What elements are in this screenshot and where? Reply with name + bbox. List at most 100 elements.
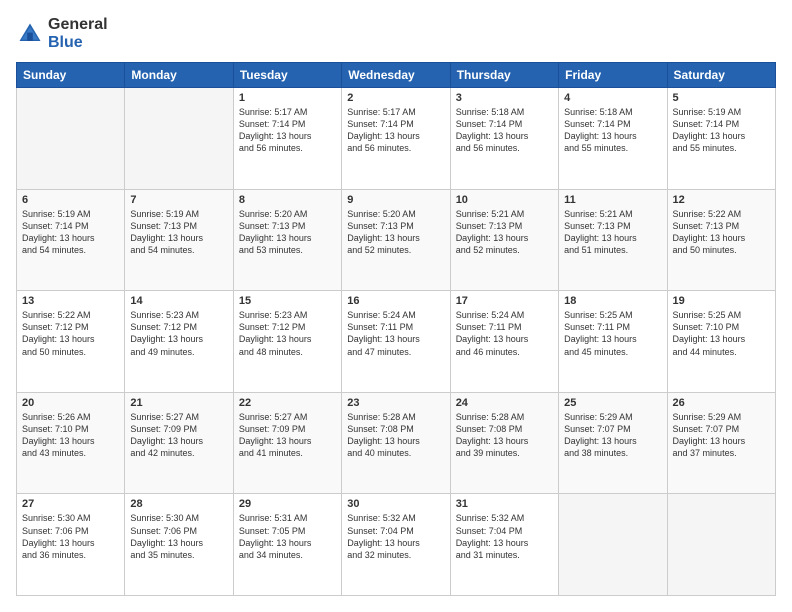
header: General Blue: [16, 16, 776, 52]
calendar-day-cell: 23Sunrise: 5:28 AM Sunset: 7:08 PM Dayli…: [342, 392, 450, 494]
day-info: Sunrise: 5:28 AM Sunset: 7:08 PM Dayligh…: [347, 411, 444, 460]
day-info: Sunrise: 5:24 AM Sunset: 7:11 PM Dayligh…: [347, 309, 444, 358]
day-info: Sunrise: 5:30 AM Sunset: 7:06 PM Dayligh…: [22, 512, 119, 561]
calendar-week-row: 20 Sunrise: 5:26 AM Sunset: 7:10 PM Dayli…: [17, 392, 776, 494]
day-number: 9: [347, 194, 444, 206]
calendar-header-monday: Monday: [125, 63, 233, 88]
day-number: 15: [239, 295, 336, 307]
calendar-day-cell: 1 Sunrise: 5:17 AM Sunset: 7:14 PM Daylig…: [233, 88, 341, 190]
calendar-week-row: 27Sunrise: 5:30 AM Sunset: 7:06 PM Dayli…: [17, 494, 776, 596]
day-number: 1: [239, 92, 336, 104]
logo-text: General Blue: [48, 16, 108, 52]
day-info: Sunrise: 5:17 AM Sunset: 7:14 PM Dayligh…: [239, 106, 336, 155]
day-number: 20: [22, 397, 119, 409]
calendar-header-friday: Friday: [559, 63, 667, 88]
calendar-day-cell: 27Sunrise: 5:30 AM Sunset: 7:06 PM Dayli…: [17, 494, 125, 596]
day-number: 25: [564, 397, 661, 409]
day-number: 22: [239, 397, 336, 409]
day-info: Sunrise: 5:32 AM Sunset: 7:04 PM Dayligh…: [347, 512, 444, 561]
day-number: 2: [347, 92, 444, 104]
calendar-day-cell: 3 Sunrise: 5:18 AM Sunset: 7:14 PM Daylig…: [450, 88, 558, 190]
calendar-day-cell: 12 Sunrise: 5:22 AM Sunset: 7:13 PM Dayli…: [667, 189, 775, 291]
day-number: 7: [130, 194, 227, 206]
calendar-day-cell: 31Sunrise: 5:32 AM Sunset: 7:04 PM Dayli…: [450, 494, 558, 596]
day-info: Sunrise: 5:22 AM Sunset: 7:12 PM Dayligh…: [22, 309, 119, 358]
day-number: 19: [673, 295, 770, 307]
day-number: 3: [456, 92, 553, 104]
day-number: 13: [22, 295, 119, 307]
day-number: 12: [673, 194, 770, 206]
day-number: 26: [673, 397, 770, 409]
day-number: 11: [564, 194, 661, 206]
logo-icon: [16, 20, 44, 48]
calendar-day-cell: 6 Sunrise: 5:19 AM Sunset: 7:14 PM Daylig…: [17, 189, 125, 291]
day-info: Sunrise: 5:29 AM Sunset: 7:07 PM Dayligh…: [673, 411, 770, 460]
calendar-day-cell: 25Sunrise: 5:29 AM Sunset: 7:07 PM Dayli…: [559, 392, 667, 494]
calendar-day-cell: [559, 494, 667, 596]
day-info: Sunrise: 5:23 AM Sunset: 7:12 PM Dayligh…: [130, 309, 227, 358]
calendar-day-cell: 2 Sunrise: 5:17 AM Sunset: 7:14 PM Daylig…: [342, 88, 450, 190]
page: General Blue SundayMondayTuesdayWednesda…: [0, 0, 792, 612]
day-info: Sunrise: 5:18 AM Sunset: 7:14 PM Dayligh…: [564, 106, 661, 155]
day-info: Sunrise: 5:19 AM Sunset: 7:14 PM Dayligh…: [22, 208, 119, 257]
calendar-day-cell: 5 Sunrise: 5:19 AM Sunset: 7:14 PM Daylig…: [667, 88, 775, 190]
calendar-header-row: SundayMondayTuesdayWednesdayThursdayFrid…: [17, 63, 776, 88]
calendar-day-cell: 13 Sunrise: 5:22 AM Sunset: 7:12 PM Dayli…: [17, 291, 125, 393]
calendar-day-cell: 20 Sunrise: 5:26 AM Sunset: 7:10 PM Dayli…: [17, 392, 125, 494]
day-number: 4: [564, 92, 661, 104]
day-info: Sunrise: 5:22 AM Sunset: 7:13 PM Dayligh…: [673, 208, 770, 257]
day-info: Sunrise: 5:21 AM Sunset: 7:13 PM Dayligh…: [456, 208, 553, 257]
calendar-header-saturday: Saturday: [667, 63, 775, 88]
calendar-day-cell: 26 Sunrise: 5:29 AM Sunset: 7:07 PM Dayli…: [667, 392, 775, 494]
day-number: 29: [239, 498, 336, 510]
calendar-day-cell: 7 Sunrise: 5:19 AM Sunset: 7:13 PM Daylig…: [125, 189, 233, 291]
calendar-day-cell: 10 Sunrise: 5:21 AM Sunset: 7:13 PM Dayli…: [450, 189, 558, 291]
calendar-day-cell: 15Sunrise: 5:23 AM Sunset: 7:12 PM Dayli…: [233, 291, 341, 393]
day-number: 30: [347, 498, 444, 510]
day-number: 24: [456, 397, 553, 409]
day-info: Sunrise: 5:31 AM Sunset: 7:05 PM Dayligh…: [239, 512, 336, 561]
calendar-day-cell: 24Sunrise: 5:28 AM Sunset: 7:08 PM Dayli…: [450, 392, 558, 494]
calendar-day-cell: 17 Sunrise: 5:24 AM Sunset: 7:11 PM Dayli…: [450, 291, 558, 393]
day-info: Sunrise: 5:24 AM Sunset: 7:11 PM Dayligh…: [456, 309, 553, 358]
day-info: Sunrise: 5:26 AM Sunset: 7:10 PM Dayligh…: [22, 411, 119, 460]
calendar-day-cell: 22Sunrise: 5:27 AM Sunset: 7:09 PM Dayli…: [233, 392, 341, 494]
day-number: 10: [456, 194, 553, 206]
day-number: 28: [130, 498, 227, 510]
day-number: 17: [456, 295, 553, 307]
calendar-day-cell: 28 Sunrise: 5:30 AM Sunset: 7:06 PM Dayli…: [125, 494, 233, 596]
calendar-day-cell: 4 Sunrise: 5:18 AM Sunset: 7:14 PM Daylig…: [559, 88, 667, 190]
day-number: 6: [22, 194, 119, 206]
calendar-day-cell: 21Sunrise: 5:27 AM Sunset: 7:09 PM Dayli…: [125, 392, 233, 494]
day-number: 5: [673, 92, 770, 104]
calendar-week-row: 6 Sunrise: 5:19 AM Sunset: 7:14 PM Daylig…: [17, 189, 776, 291]
calendar-header-wednesday: Wednesday: [342, 63, 450, 88]
day-info: Sunrise: 5:19 AM Sunset: 7:14 PM Dayligh…: [673, 106, 770, 155]
day-info: Sunrise: 5:20 AM Sunset: 7:13 PM Dayligh…: [347, 208, 444, 257]
day-info: Sunrise: 5:25 AM Sunset: 7:10 PM Dayligh…: [673, 309, 770, 358]
day-info: Sunrise: 5:21 AM Sunset: 7:13 PM Dayligh…: [564, 208, 661, 257]
day-number: 8: [239, 194, 336, 206]
day-number: 16: [347, 295, 444, 307]
calendar-table: SundayMondayTuesdayWednesdayThursdayFrid…: [16, 62, 776, 596]
calendar-day-cell: 16 Sunrise: 5:24 AM Sunset: 7:11 PM Dayli…: [342, 291, 450, 393]
calendar-week-row: 13 Sunrise: 5:22 AM Sunset: 7:12 PM Dayli…: [17, 291, 776, 393]
calendar-header-sunday: Sunday: [17, 63, 125, 88]
day-info: Sunrise: 5:30 AM Sunset: 7:06 PM Dayligh…: [130, 512, 227, 561]
day-number: 21: [130, 397, 227, 409]
day-number: 14: [130, 295, 227, 307]
logo: General Blue: [16, 16, 108, 52]
calendar-day-cell: [17, 88, 125, 190]
calendar-header-tuesday: Tuesday: [233, 63, 341, 88]
calendar-header-thursday: Thursday: [450, 63, 558, 88]
calendar-day-cell: 18Sunrise: 5:25 AM Sunset: 7:11 PM Dayli…: [559, 291, 667, 393]
day-info: Sunrise: 5:32 AM Sunset: 7:04 PM Dayligh…: [456, 512, 553, 561]
day-number: 18: [564, 295, 661, 307]
day-info: Sunrise: 5:19 AM Sunset: 7:13 PM Dayligh…: [130, 208, 227, 257]
calendar-day-cell: 14 Sunrise: 5:23 AM Sunset: 7:12 PM Dayli…: [125, 291, 233, 393]
day-info: Sunrise: 5:17 AM Sunset: 7:14 PM Dayligh…: [347, 106, 444, 155]
calendar-day-cell: [667, 494, 775, 596]
calendar-day-cell: [125, 88, 233, 190]
calendar-day-cell: 8Sunrise: 5:20 AM Sunset: 7:13 PM Daylig…: [233, 189, 341, 291]
day-info: Sunrise: 5:18 AM Sunset: 7:14 PM Dayligh…: [456, 106, 553, 155]
